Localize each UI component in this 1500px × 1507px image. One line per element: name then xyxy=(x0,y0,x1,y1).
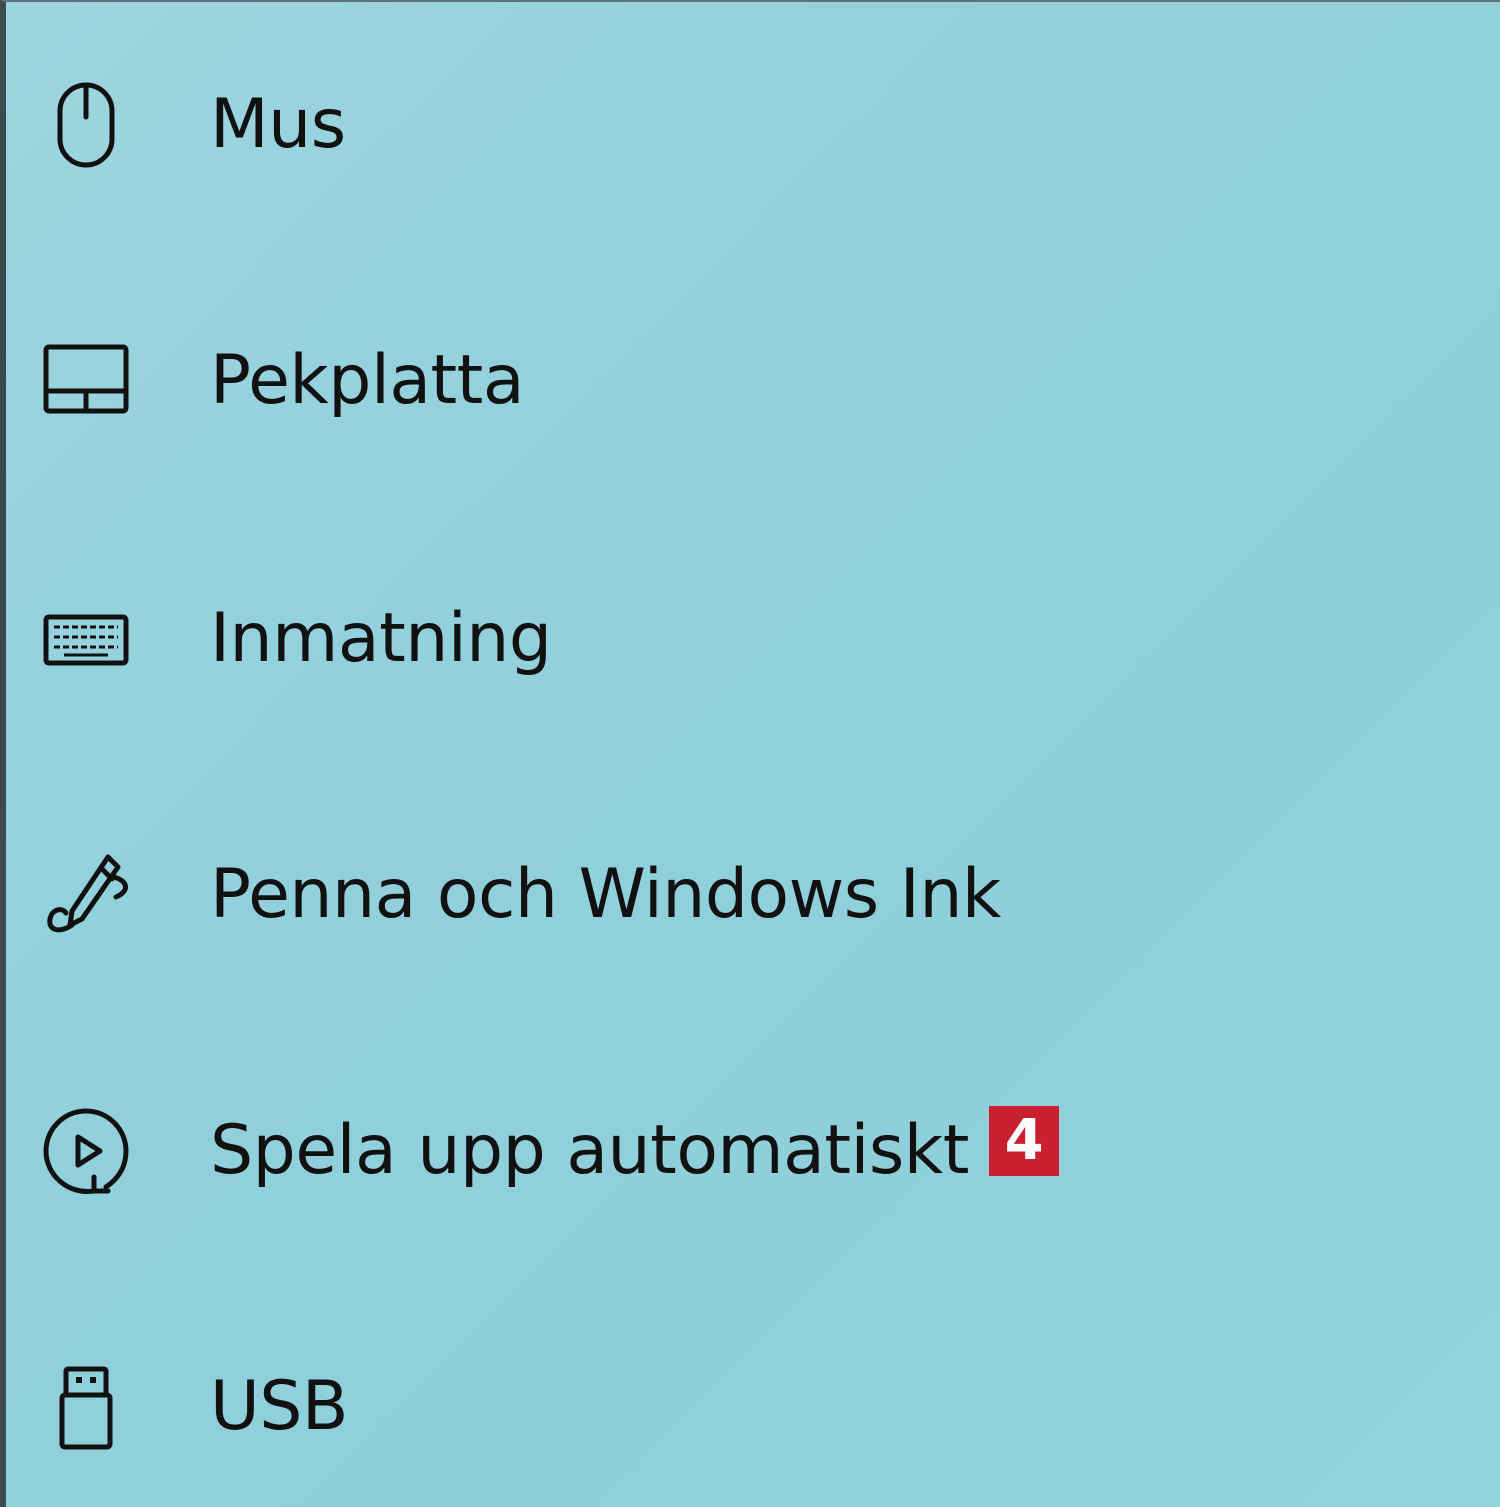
keyboard-icon xyxy=(38,591,134,687)
nav-item-pen-windows-ink[interactable]: Penna och Windows Ink xyxy=(12,820,1500,970)
nav-item-label: Spela upp automatiskt 4 xyxy=(210,1106,1059,1190)
callout-badge: 4 xyxy=(988,1106,1059,1176)
settings-nav-panel: Mus Pekplatta Inmatning Penna och Window… xyxy=(0,0,1500,1507)
nav-item-autoplay[interactable]: Spela upp automatiskt 4 xyxy=(12,1076,1500,1226)
nav-item-label: USB xyxy=(210,1367,349,1446)
nav-item-touchpad[interactable]: Pekplatta xyxy=(12,306,1500,456)
nav-item-label: Inmatning xyxy=(210,599,552,678)
nav-item-mouse[interactable]: Mus xyxy=(12,50,1500,200)
pen-icon xyxy=(38,847,134,943)
nav-item-typing[interactable]: Inmatning xyxy=(12,564,1500,714)
autoplay-icon xyxy=(38,1103,134,1199)
usb-icon xyxy=(38,1359,134,1455)
mouse-icon xyxy=(38,77,134,173)
nav-item-label: Pekplatta xyxy=(210,341,525,420)
nav-item-usb[interactable]: USB xyxy=(12,1332,1500,1482)
touchpad-icon xyxy=(38,333,134,429)
nav-item-label-text: Spela upp automatiskt xyxy=(210,1111,969,1190)
nav-item-label: Mus xyxy=(210,85,346,164)
nav-item-label: Penna och Windows Ink xyxy=(210,855,1001,934)
